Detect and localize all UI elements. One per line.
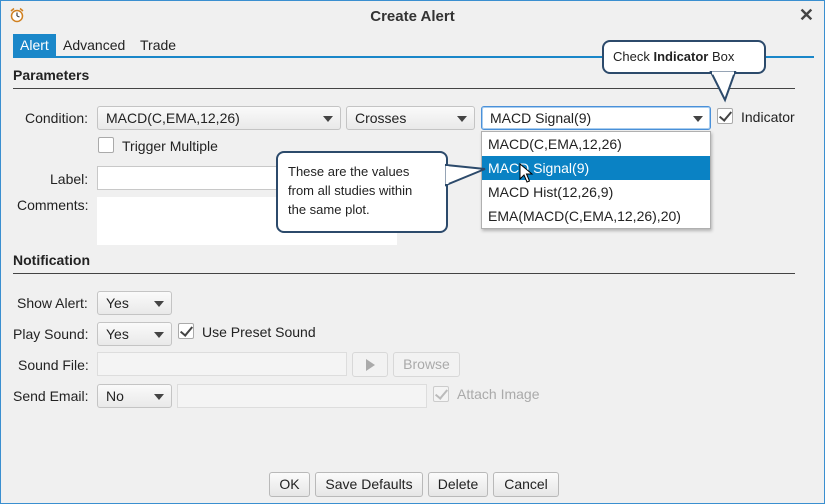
dropdown-option-selected[interactable]: MACD Signal(9) (482, 156, 710, 180)
chevron-down-icon (154, 332, 164, 338)
chevron-down-icon (693, 116, 703, 122)
send-email-label: Send Email: (13, 388, 89, 404)
trigger-multiple-label: Trigger Multiple (122, 138, 218, 154)
ok-button[interactable]: OK (269, 472, 310, 497)
indicator-callout: Check Indicator Box (602, 40, 766, 74)
studies-callout-line-3: the same plot. (288, 202, 370, 217)
attach-image-label: Attach Image (457, 386, 540, 402)
chevron-down-icon (154, 394, 164, 400)
notification-divider (13, 273, 795, 274)
parameters-divider (13, 88, 795, 89)
chevron-down-icon (154, 301, 164, 307)
target-value: MACD Signal(9) (490, 110, 592, 126)
condition-select[interactable]: MACD(C,EMA,12,26) (97, 106, 341, 130)
tab-advanced[interactable]: Advanced (56, 34, 132, 56)
window-title: Create Alert (370, 8, 455, 25)
operator-value: Crosses (355, 110, 407, 126)
studies-callout-line-1: These are the values (288, 164, 410, 179)
attach-image-checkbox[interactable] (433, 386, 449, 402)
target-select[interactable]: MACD Signal(9) (481, 106, 711, 130)
create-alert-window: Create Alert ✕ Alert Advanced Trade Para… (0, 0, 825, 504)
studies-callout-line-2: from all studies within (288, 183, 413, 198)
chevron-down-icon (323, 116, 333, 122)
play-sound-label: Play Sound: (13, 326, 89, 342)
operator-select[interactable]: Crosses (346, 106, 475, 130)
use-preset-sound-label: Use Preset Sound (202, 324, 316, 340)
dropdown-option[interactable]: MACD(C,EMA,12,26) (482, 132, 710, 156)
tab-trade[interactable]: Trade (133, 34, 183, 56)
indicator-callout-bold: Indicator (653, 49, 709, 64)
comments-label: Comments: (17, 197, 89, 213)
send-email-value: No (106, 388, 124, 404)
notification-heading: Notification (13, 252, 90, 268)
show-alert-select[interactable]: Yes (97, 291, 172, 315)
callout-pointer (445, 163, 486, 187)
parameters-heading: Parameters (13, 67, 90, 83)
delete-button[interactable]: Delete (428, 472, 488, 497)
studies-callout: These are the values from all studies wi… (276, 151, 448, 233)
trigger-multiple-checkbox[interactable] (98, 137, 114, 153)
indicator-callout-prefix: Check (613, 49, 654, 64)
dropdown-option[interactable]: EMA(MACD(C,EMA,12,26),20) (482, 204, 710, 228)
play-icon (366, 359, 375, 371)
show-alert-value: Yes (106, 295, 129, 311)
sound-file-input[interactable] (97, 352, 347, 376)
play-sound-select[interactable]: Yes (97, 322, 172, 346)
save-defaults-button[interactable]: Save Defaults (315, 472, 423, 497)
use-preset-sound-checkbox[interactable] (178, 323, 194, 339)
callout-pointer (709, 71, 737, 103)
condition-label: Condition: (25, 110, 89, 126)
tab-alert[interactable]: Alert (13, 34, 56, 56)
close-icon[interactable]: ✕ (799, 5, 814, 26)
mouse-pointer-icon (519, 163, 534, 183)
email-input[interactable] (177, 384, 427, 408)
play-sound-button[interactable] (352, 352, 388, 377)
dropdown-option[interactable]: MACD Hist(12,26,9) (482, 180, 710, 204)
condition-value: MACD(C,EMA,12,26) (106, 110, 240, 126)
browse-button[interactable]: Browse (393, 352, 460, 377)
play-sound-value: Yes (106, 326, 129, 342)
indicator-checkbox[interactable] (717, 108, 733, 124)
show-alert-label: Show Alert: (17, 295, 88, 311)
label-label: Label: (50, 171, 89, 187)
title-bar: Create Alert ✕ (1, 1, 824, 31)
chevron-down-icon (457, 116, 467, 122)
cancel-button[interactable]: Cancel (493, 472, 559, 497)
target-dropdown-list: MACD(C,EMA,12,26) MACD Signal(9) MACD Hi… (481, 131, 711, 229)
sound-file-label: Sound File: (18, 357, 89, 373)
send-email-select[interactable]: No (97, 384, 172, 408)
indicator-callout-suffix: Box (708, 49, 735, 64)
indicator-label: Indicator (741, 109, 795, 125)
